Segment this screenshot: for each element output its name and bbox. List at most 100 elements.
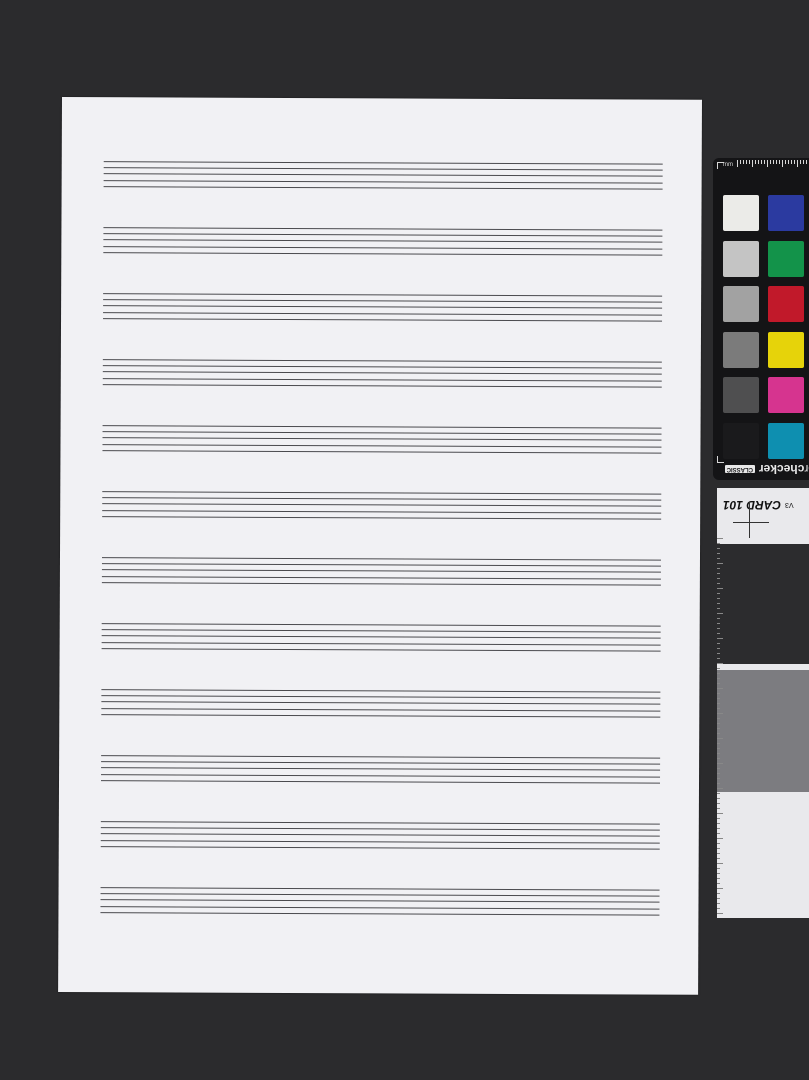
staff-line bbox=[101, 557, 661, 561]
checker-ruler: mm bbox=[723, 160, 809, 172]
scale-tick bbox=[717, 558, 720, 559]
scale-tick bbox=[717, 703, 720, 704]
scale-tick bbox=[717, 543, 720, 544]
color-patch bbox=[723, 240, 759, 277]
staff-line bbox=[100, 911, 660, 916]
staff-line bbox=[102, 503, 662, 508]
staff-line bbox=[101, 629, 661, 633]
staff-line bbox=[101, 569, 661, 574]
scale-tick bbox=[717, 783, 720, 784]
scale-tick bbox=[717, 613, 723, 614]
scale-tick bbox=[717, 883, 720, 884]
staff-line bbox=[101, 773, 661, 778]
staff bbox=[103, 293, 663, 323]
staff-line bbox=[101, 713, 661, 718]
staff bbox=[102, 425, 662, 455]
scale-tick bbox=[717, 593, 720, 594]
ruler-tick bbox=[779, 160, 780, 164]
scale-tick bbox=[717, 648, 720, 649]
scale-tick bbox=[717, 748, 720, 749]
scale-tick bbox=[717, 688, 723, 689]
ruler-tick bbox=[791, 160, 792, 164]
staff-line bbox=[100, 833, 660, 838]
scale-tick bbox=[717, 608, 720, 609]
staff-line bbox=[103, 311, 663, 316]
edge-scale bbox=[717, 538, 723, 914]
color-patch bbox=[723, 286, 759, 322]
ruler-tick bbox=[770, 160, 771, 164]
staff-line bbox=[100, 821, 660, 825]
scale-tick bbox=[717, 668, 720, 669]
corner-mark bbox=[717, 162, 724, 169]
staff bbox=[103, 227, 663, 257]
scale-tick bbox=[717, 853, 720, 854]
ruler-tick bbox=[800, 160, 801, 164]
scale-tick bbox=[717, 568, 720, 569]
staff-line bbox=[103, 305, 663, 310]
staff-line bbox=[101, 575, 661, 580]
staff-line bbox=[101, 635, 661, 640]
scale-tick bbox=[717, 803, 720, 804]
ruler-tick bbox=[761, 160, 762, 164]
staff-line bbox=[102, 359, 662, 363]
scale-tick bbox=[717, 603, 720, 604]
scale-tick bbox=[717, 583, 720, 584]
scale-tick bbox=[717, 768, 720, 769]
staff-line bbox=[101, 761, 661, 765]
crosshair-mark bbox=[733, 522, 769, 523]
scale-tick bbox=[717, 743, 720, 744]
staff-line bbox=[102, 371, 662, 376]
staff-line bbox=[103, 161, 663, 165]
staff bbox=[102, 491, 662, 521]
ruler-tick bbox=[758, 160, 759, 164]
scale-tick bbox=[717, 578, 720, 579]
color-patch bbox=[768, 331, 804, 368]
scale-tick bbox=[717, 718, 720, 719]
staff-line bbox=[100, 893, 660, 897]
dark-grey-band bbox=[717, 544, 809, 664]
scale-tick bbox=[717, 553, 720, 554]
scale-tick bbox=[717, 678, 720, 679]
scale-tick bbox=[717, 863, 723, 864]
scale-tick bbox=[717, 893, 720, 894]
staff-line bbox=[101, 623, 661, 627]
staff bbox=[101, 755, 661, 785]
staff-line bbox=[100, 905, 660, 910]
scale-tick bbox=[717, 848, 720, 849]
scale-tick bbox=[717, 733, 720, 734]
staff-line bbox=[102, 449, 662, 454]
ruler-tick bbox=[764, 160, 765, 164]
staff-line bbox=[100, 899, 660, 904]
scale-tick bbox=[717, 773, 720, 774]
staff-line bbox=[100, 839, 660, 844]
scale-tick bbox=[717, 838, 723, 839]
brand-name: checker bbox=[758, 462, 805, 476]
grey-card-name: CARD 101 bbox=[723, 498, 782, 512]
scale-tick bbox=[717, 563, 723, 564]
staff-line bbox=[103, 233, 663, 237]
scale-tick bbox=[717, 808, 720, 809]
ruler-tick bbox=[737, 160, 738, 167]
scale-tick bbox=[717, 728, 720, 729]
scale-tick bbox=[717, 763, 723, 764]
staff-line bbox=[102, 509, 662, 514]
staff-line bbox=[100, 887, 660, 891]
scale-tick bbox=[717, 618, 720, 619]
color-checker-card: mm orchecker CLASSIC bbox=[713, 158, 809, 480]
staff-line bbox=[101, 779, 661, 784]
staff-line bbox=[103, 251, 663, 256]
scale-tick bbox=[717, 793, 720, 794]
ruler-tick bbox=[743, 160, 744, 164]
ruler-tick bbox=[749, 160, 750, 164]
scale-tick bbox=[717, 698, 720, 699]
staff-line bbox=[103, 227, 663, 231]
brand-prefix: or bbox=[804, 462, 809, 476]
grey-card-title: V3 CARD 101 bbox=[717, 496, 809, 514]
scale-tick bbox=[717, 873, 720, 874]
ruler-unit-label: mm bbox=[723, 162, 733, 168]
scale-tick bbox=[717, 738, 723, 739]
classic-badge: CLASSIC bbox=[724, 465, 755, 473]
crosshair-mark bbox=[749, 502, 750, 538]
scale-tick bbox=[717, 858, 720, 859]
scale-tick bbox=[717, 683, 720, 684]
